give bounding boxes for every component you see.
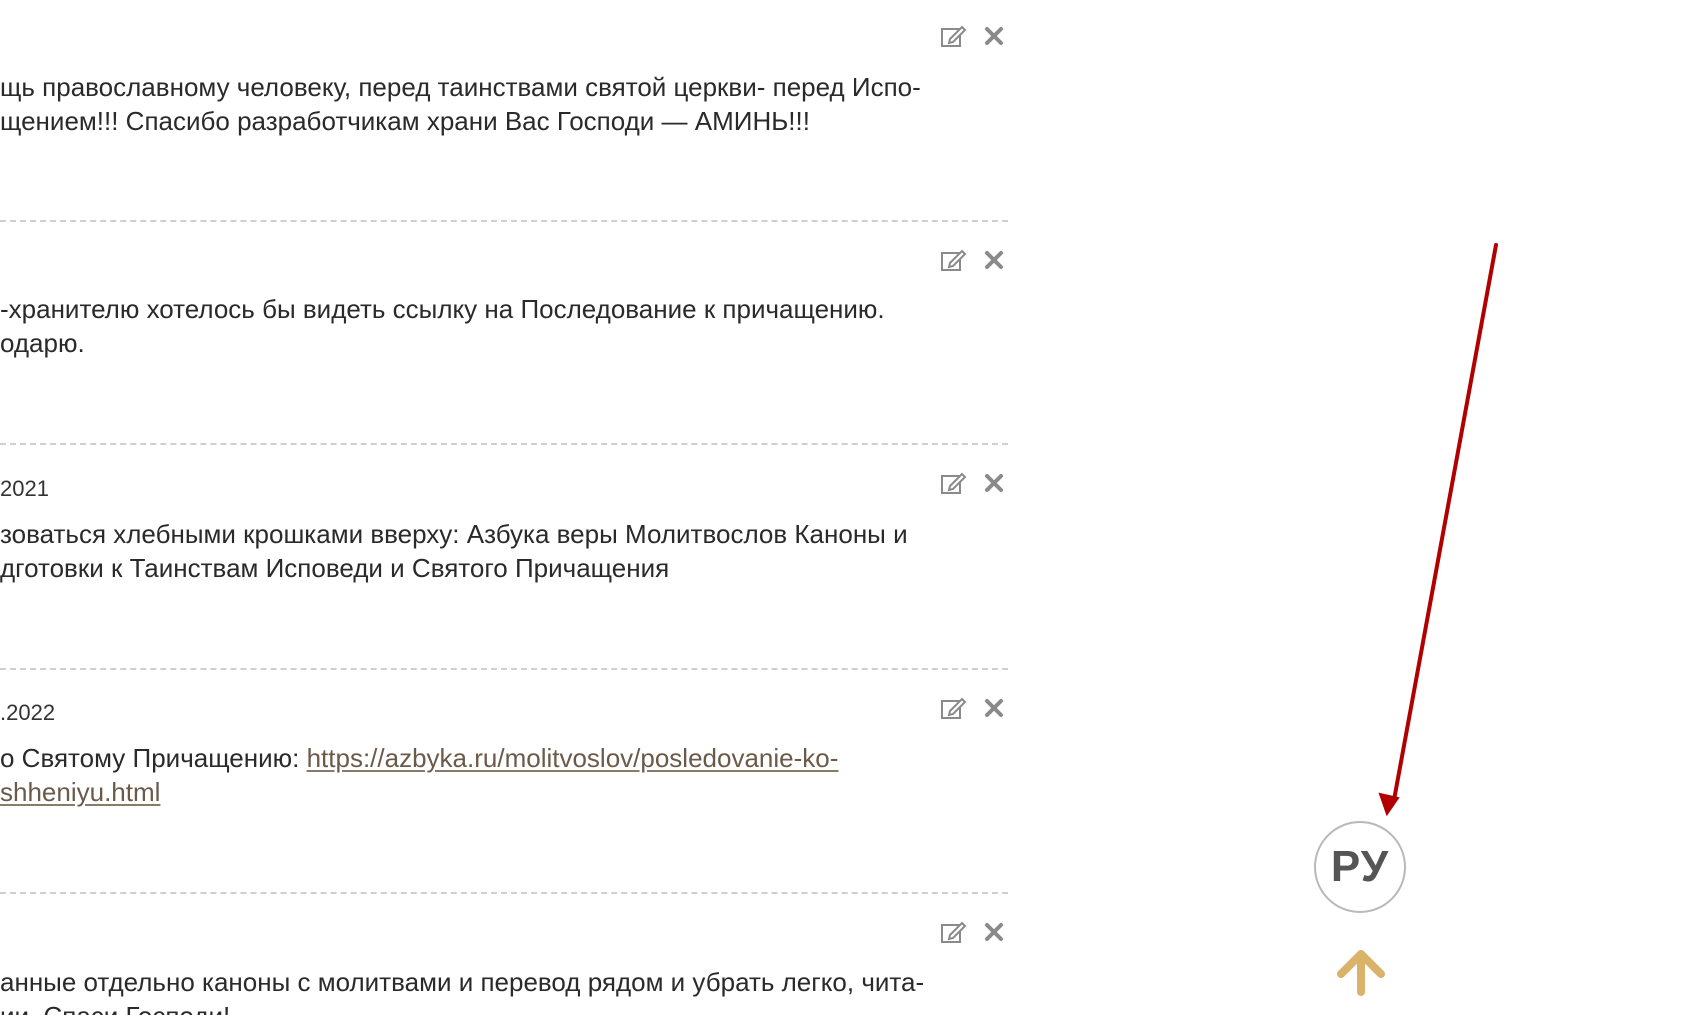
comment-actions — [940, 918, 1008, 946]
comment-line: одарю. — [0, 328, 85, 358]
comment-text: о Святому Причащению: https://azbyka.ru/… — [0, 741, 838, 809]
comment-line-text: о Святому Причащению: — [0, 743, 307, 773]
comment-line: анные отдельно каноны с молитвами и пере… — [0, 967, 925, 997]
divider — [0, 443, 1008, 445]
close-icon[interactable] — [980, 694, 1008, 722]
comment-item: анные отдельно каноны с молитвами и пере… — [0, 896, 1008, 1015]
language-label: РУ — [1330, 842, 1390, 891]
comment-actions — [940, 694, 1008, 722]
comment-actions — [940, 22, 1008, 50]
comment-actions — [940, 246, 1008, 274]
page: щь православному человеку, перед таинств… — [0, 0, 1689, 1015]
comment-date: 2021 — [0, 476, 49, 501]
comment-item: -хранителю хотелось бы видеть ссылку на … — [0, 224, 1008, 446]
comment-line: зоваться хлебными крошками вверху: Азбук… — [0, 519, 908, 549]
comment-line: ии. Спаси Господи! — [0, 999, 924, 1015]
comment-line: дготовки к Таинствам Исповеди и Святого … — [0, 553, 670, 583]
arrow-up-icon[interactable] — [1337, 950, 1385, 996]
comment-line: -хранителю хотелось бы видеть ссылку на … — [0, 294, 885, 324]
comment-item: .2022 о Святому Причащению: https://azby… — [0, 672, 1008, 894]
comment-text: зоваться хлебными крошками вверху: Азбук… — [0, 517, 908, 585]
comment-item: щь православному человеку, перед таинств… — [0, 0, 1008, 224]
comment-line: о Святому Причащению: https://azbyka.ru/… — [0, 741, 838, 775]
edit-icon[interactable] — [940, 22, 968, 50]
edit-icon[interactable] — [940, 246, 968, 274]
edit-icon[interactable] — [940, 918, 968, 946]
edit-icon[interactable] — [940, 694, 968, 722]
close-icon[interactable] — [980, 918, 1008, 946]
comment-actions — [940, 469, 1008, 497]
divider — [0, 668, 1008, 670]
comment-text: -хранителю хотелось бы видеть ссылку на … — [0, 292, 885, 360]
language-button[interactable]: РУ — [1314, 821, 1406, 913]
close-icon[interactable] — [980, 22, 1008, 50]
comment-item: 2021 зоваться хлебными крошками вверху: … — [0, 447, 1008, 671]
comment-date: .2022 — [0, 700, 56, 725]
edit-icon[interactable] — [940, 469, 968, 497]
divider — [0, 892, 1008, 894]
comment-line: щь православному человеку, перед таинств… — [0, 72, 921, 102]
comment-link[interactable]: https://azbyka.ru/molitvoslov/posledovan… — [307, 743, 839, 773]
comment-link[interactable]: shheniyu.html — [0, 777, 160, 807]
comment-line: shheniyu.html — [0, 775, 838, 809]
comment-text: щь православному человеку, перед таинств… — [0, 70, 921, 138]
comment-line: щением!!! Спасибо разработчикам храни Ва… — [0, 106, 810, 136]
close-icon[interactable] — [980, 246, 1008, 274]
comment-text: анные отдельно каноны с молитвами и пере… — [0, 965, 924, 1015]
close-icon[interactable] — [980, 469, 1008, 497]
divider — [0, 220, 1008, 222]
